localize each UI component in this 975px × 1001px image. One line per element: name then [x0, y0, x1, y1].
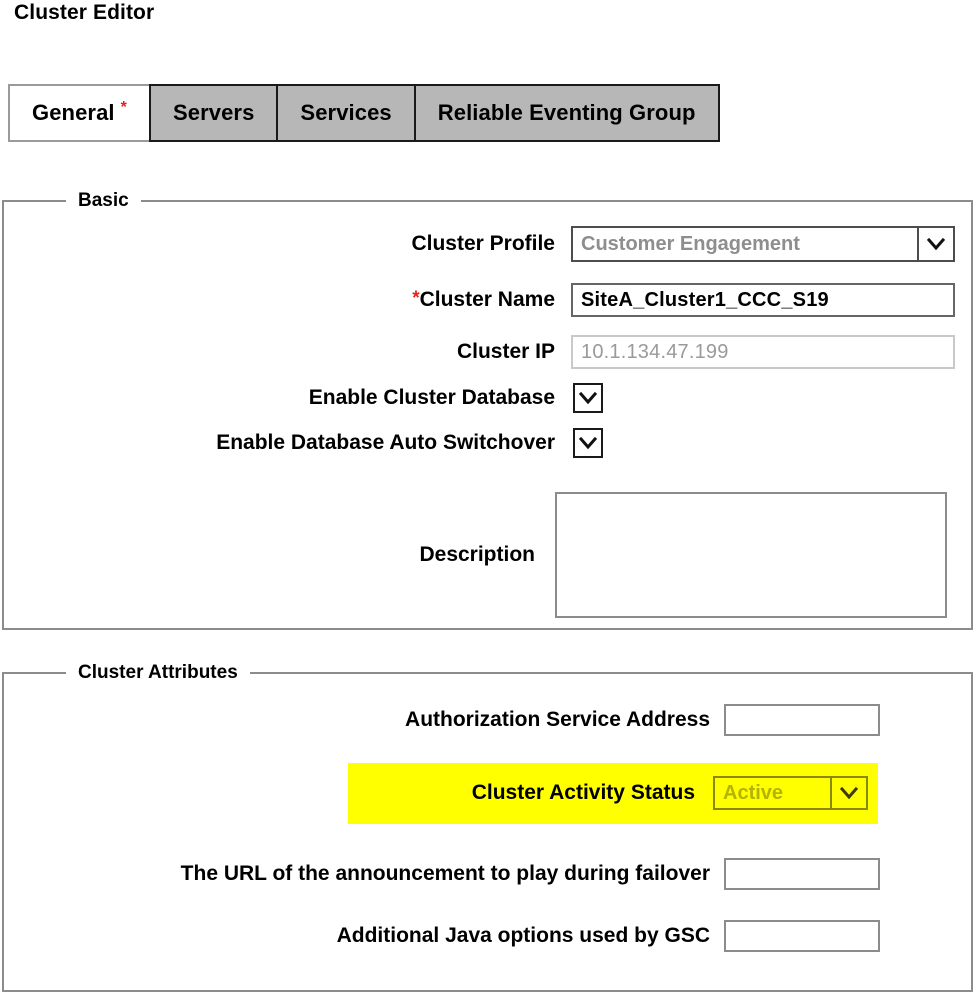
announcement-url-input[interactable]: [724, 858, 880, 890]
announcement-url-label: The URL of the announcement to play duri…: [180, 862, 710, 885]
tab-reliable-eventing-group[interactable]: Reliable Eventing Group: [413, 84, 720, 142]
chevron-down-icon[interactable]: [830, 778, 866, 808]
tab-general[interactable]: General *: [8, 84, 151, 142]
tab-servers-label: Servers: [172, 100, 255, 125]
field-row-cluster-activity-status: Cluster Activity Status Active: [380, 776, 880, 810]
tab-services-label: Services: [300, 100, 392, 125]
cluster-name-input[interactable]: [571, 283, 955, 317]
field-row-enable-database-auto-switchover: Enable Database Auto Switchover: [75, 428, 610, 458]
cluster-profile-value: Customer Engagement: [581, 232, 800, 255]
additional-java-options-input[interactable]: [724, 920, 880, 952]
basic-section-legend: Basic: [78, 190, 129, 211]
cluster-ip-input[interactable]: [571, 335, 955, 369]
enable-database-auto-switchover-label: Enable Database Auto Switchover: [216, 431, 555, 454]
required-asterisk-icon: *: [120, 99, 127, 116]
cluster-profile-label: Cluster Profile: [411, 232, 555, 255]
cluster-activity-status-select[interactable]: Active: [713, 776, 868, 810]
description-label: Description: [419, 543, 535, 566]
enable-database-auto-switchover-checkbox[interactable]: [573, 428, 603, 458]
cluster-activity-status-label: Cluster Activity Status: [471, 781, 695, 804]
cluster-name-label: *Cluster Name: [380, 288, 555, 313]
field-row-enable-cluster-database: Enable Cluster Database: [180, 383, 610, 413]
field-row-cluster-ip: Cluster IP: [380, 335, 955, 369]
enable-cluster-database-checkbox[interactable]: [573, 383, 603, 413]
cluster-profile-select[interactable]: Customer Engagement: [571, 226, 955, 262]
field-row-description: Description: [330, 492, 955, 618]
cluster-name-label-text: Cluster Name: [419, 287, 555, 311]
additional-java-options-label: Additional Java options used by GSC: [336, 924, 710, 947]
cluster-activity-status-value: Active: [723, 781, 784, 804]
field-row-cluster-profile: Cluster Profile Customer Engagement: [380, 226, 955, 262]
page-title: Cluster Editor: [14, 1, 155, 24]
authorization-service-address-label: Authorization Service Address: [405, 708, 710, 731]
field-row-cluster-name: *Cluster Name: [380, 283, 955, 317]
chevron-down-icon[interactable]: [917, 228, 953, 260]
tab-services[interactable]: Services: [276, 84, 416, 142]
field-row-authorization-service-address: Authorization Service Address: [355, 704, 880, 736]
cluster-ip-label: Cluster IP: [456, 340, 555, 363]
description-textarea[interactable]: [555, 492, 947, 618]
tab-general-label: General: [32, 100, 115, 125]
required-asterisk-icon: *: [412, 287, 420, 309]
field-row-additional-java-options: Additional Java options used by GSC: [275, 920, 880, 952]
authorization-service-address-input[interactable]: [724, 704, 880, 736]
field-row-announcement-url: The URL of the announcement to play duri…: [85, 858, 880, 890]
tab-reliable-eventing-group-label: Reliable Eventing Group: [437, 100, 696, 125]
tab-servers[interactable]: Servers: [148, 84, 279, 142]
tab-strip: General * Servers Services Reliable Even…: [8, 84, 720, 142]
enable-cluster-database-label: Enable Cluster Database: [308, 386, 555, 409]
cluster-attributes-section-legend: Cluster Attributes: [78, 662, 238, 683]
